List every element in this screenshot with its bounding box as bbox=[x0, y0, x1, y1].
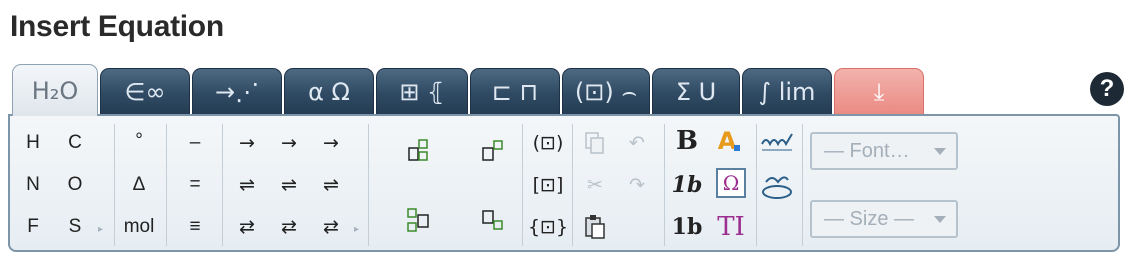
italic-style-button[interactable]: 1b bbox=[670, 168, 704, 202]
chevron-down-icon bbox=[934, 216, 946, 223]
tab-scripts-label: ⊏ ⊓ bbox=[491, 77, 539, 106]
page-title: Insert Equation bbox=[10, 10, 224, 43]
tab-calculus-label: ∫ lim bbox=[758, 77, 816, 106]
tab-greek-label: α Ω bbox=[308, 77, 350, 106]
reversible-over-icon[interactable]: ⇄ bbox=[272, 210, 306, 244]
omega-glyph: Ω bbox=[715, 168, 747, 198]
divider bbox=[222, 124, 223, 246]
parentheses-button[interactable]: (⊡) bbox=[528, 126, 568, 160]
tab-matrices-label: ⊞ ⦃ bbox=[399, 77, 445, 106]
equilibrium-over-icon[interactable]: ⇌ bbox=[272, 168, 306, 202]
font-dropdown-label: — Font… bbox=[824, 139, 910, 162]
cut-icon[interactable]: ✂ bbox=[578, 168, 612, 202]
paste-icon[interactable] bbox=[578, 210, 612, 244]
tab-sets-label: ∈∞ bbox=[124, 77, 166, 106]
copy-icon[interactable] bbox=[578, 126, 612, 160]
expand-arrow-icon[interactable]: ▸ bbox=[354, 224, 359, 235]
tab-calculus[interactable]: ∫ lim bbox=[742, 68, 832, 114]
tab-chemistry[interactable]: H₂O bbox=[12, 64, 98, 116]
size-dropdown-label: — Size — bbox=[824, 207, 915, 230]
tab-brackets-label: (⊡) ⌢ bbox=[574, 77, 638, 106]
tab-greek[interactable]: α Ω bbox=[284, 68, 374, 114]
expand-arrow-icon[interactable]: ▸ bbox=[98, 224, 103, 235]
symbol-box-icon[interactable]: Ω bbox=[714, 166, 748, 200]
tab-operators-label: Σ U bbox=[675, 77, 717, 106]
equilibrium-icon[interactable]: ⇌ bbox=[230, 168, 264, 202]
font-dropdown[interactable]: — Font… bbox=[810, 132, 958, 170]
size-dropdown[interactable]: — Size — bbox=[810, 200, 958, 238]
mol-button[interactable]: mol bbox=[122, 210, 156, 244]
double-bond-button[interactable]: = bbox=[178, 168, 212, 202]
undo-icon[interactable]: ↶ bbox=[620, 126, 654, 160]
element-C[interactable]: C bbox=[58, 126, 92, 160]
divider bbox=[522, 124, 523, 246]
subscript-template-icon[interactable] bbox=[476, 204, 510, 238]
single-bond-button[interactable]: – bbox=[178, 126, 212, 160]
rtl-script-icon[interactable] bbox=[760, 126, 794, 160]
tab-arrows-dots[interactable]: →⋰ bbox=[192, 68, 282, 114]
tab-arrows-label: →⋰ bbox=[214, 77, 260, 106]
pre-sub-super-script-icon[interactable] bbox=[402, 134, 436, 168]
element-S[interactable]: S bbox=[58, 210, 92, 244]
superscript-template-icon[interactable] bbox=[476, 134, 510, 168]
symbol-tab-bar: H₂O ∈∞ →⋰ α Ω ⊞ ⦃ ⊏ ⊓ (⊡) ⌢ Σ U ∫ lim ⤓ … bbox=[8, 62, 1124, 116]
tab-custom[interactable]: ⤓ bbox=[834, 68, 924, 114]
font-color-icon[interactable]: A bbox=[712, 124, 746, 158]
divider bbox=[368, 124, 369, 246]
square-brackets-button[interactable]: [⊡] bbox=[528, 168, 568, 202]
help-icon[interactable]: ? bbox=[1090, 72, 1124, 106]
element-O[interactable]: O bbox=[58, 168, 92, 202]
tab-brackets-accents[interactable]: (⊡) ⌢ bbox=[562, 68, 650, 114]
color-swatch-icon bbox=[734, 145, 741, 151]
divider bbox=[802, 124, 803, 246]
divider bbox=[166, 124, 167, 246]
text-mode-button[interactable]: TI bbox=[714, 210, 748, 244]
element-H[interactable]: H bbox=[16, 126, 50, 160]
delta-button[interactable]: Δ bbox=[122, 168, 156, 202]
bold-button[interactable]: B bbox=[670, 124, 704, 158]
tab-sets-infinity[interactable]: ∈∞ bbox=[100, 68, 190, 114]
tab-chemistry-label: H₂O bbox=[31, 76, 79, 105]
rtl-expansion-icon[interactable] bbox=[760, 170, 794, 204]
arrow-under-right-icon[interactable]: → bbox=[314, 126, 348, 160]
equilibrium-under-icon[interactable]: ⇌ bbox=[314, 168, 348, 202]
redo-icon[interactable]: ↷ bbox=[620, 168, 654, 202]
chevron-down-icon bbox=[934, 148, 946, 155]
symbol-panel: H C N O F S ▸ ° Δ mol – = ≡ → → → ⇌ ⇌ ⇌ … bbox=[8, 114, 1120, 252]
divider bbox=[114, 124, 115, 246]
divider bbox=[572, 124, 573, 246]
element-N[interactable]: N bbox=[16, 168, 50, 202]
arrow-over-right-icon[interactable]: → bbox=[272, 126, 306, 160]
download-icon: ⤓ bbox=[873, 77, 885, 106]
curly-braces-button[interactable]: {⊡} bbox=[528, 210, 568, 244]
degree-button[interactable]: ° bbox=[122, 124, 156, 158]
tab-matrices[interactable]: ⊞ ⦃ bbox=[376, 68, 468, 114]
triple-bond-button[interactable]: ≡ bbox=[178, 210, 212, 244]
reversible-under-icon[interactable]: ⇄ bbox=[314, 210, 348, 244]
arrow-right-icon[interactable]: → bbox=[230, 126, 264, 160]
element-F[interactable]: F bbox=[16, 210, 50, 244]
tab-big-operators[interactable]: Σ U bbox=[652, 68, 740, 114]
bold-style-button[interactable]: 1b bbox=[670, 210, 704, 244]
divider bbox=[756, 124, 757, 246]
pre-scripts-template-icon[interactable] bbox=[402, 204, 436, 238]
tab-scripts[interactable]: ⊏ ⊓ bbox=[470, 68, 560, 114]
reversible-icon[interactable]: ⇄ bbox=[230, 210, 264, 244]
divider bbox=[664, 124, 665, 246]
